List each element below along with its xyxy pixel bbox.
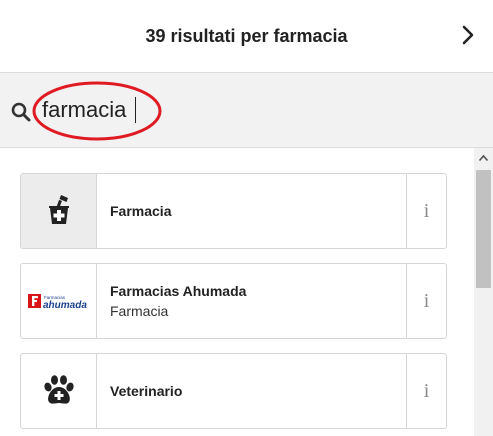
chevron-right-icon xyxy=(462,25,474,45)
result-text: Farmacia xyxy=(97,174,406,248)
result-name: Farmacia xyxy=(110,203,172,219)
text-caret xyxy=(135,97,136,123)
scroll-up-button[interactable] xyxy=(474,148,493,167)
chevron-up-icon xyxy=(478,154,489,161)
info-button[interactable]: i xyxy=(406,174,446,248)
farmacias-ahumada-logo: Farmacias ahumada xyxy=(27,294,87,311)
results-list: Farmacia i Farmacias ahumada Farmacias A… xyxy=(0,148,474,436)
search-icon[interactable] xyxy=(10,101,32,123)
search-input[interactable] xyxy=(42,95,422,125)
result-text: Farmacias Ahumada Farmacia xyxy=(97,264,406,338)
scroll-thumb[interactable] xyxy=(476,170,491,288)
results-scrollbar[interactable] xyxy=(474,148,493,436)
next-button[interactable] xyxy=(457,22,479,48)
result-icon-box xyxy=(21,174,97,248)
paw-icon xyxy=(43,375,74,404)
result-name: Farmacias Ahumada xyxy=(110,283,247,299)
result-icon-box: Farmacias ahumada xyxy=(21,264,97,338)
result-text: Veterinario xyxy=(97,354,406,428)
result-category: Farmacia xyxy=(110,303,169,319)
result-item-farmacia[interactable]: Farmacia i xyxy=(20,173,447,249)
result-item-veterinario[interactable]: Veterinario i xyxy=(20,353,447,429)
results-count-title: 39 risultati per farmacia xyxy=(145,25,348,46)
result-name: Veterinario xyxy=(110,383,183,399)
search-bar xyxy=(0,72,493,148)
results-header: 39 risultati per farmacia xyxy=(0,0,493,72)
result-icon-box xyxy=(21,354,97,428)
info-button[interactable]: i xyxy=(406,264,446,338)
info-button[interactable]: i xyxy=(406,354,446,428)
result-item-farmacias-ahumada[interactable]: Farmacias ahumada Farmacias Ahumada Farm… xyxy=(20,263,447,339)
logo-text: ahumada xyxy=(43,300,87,311)
pharmacy-mortar-icon xyxy=(48,195,69,224)
